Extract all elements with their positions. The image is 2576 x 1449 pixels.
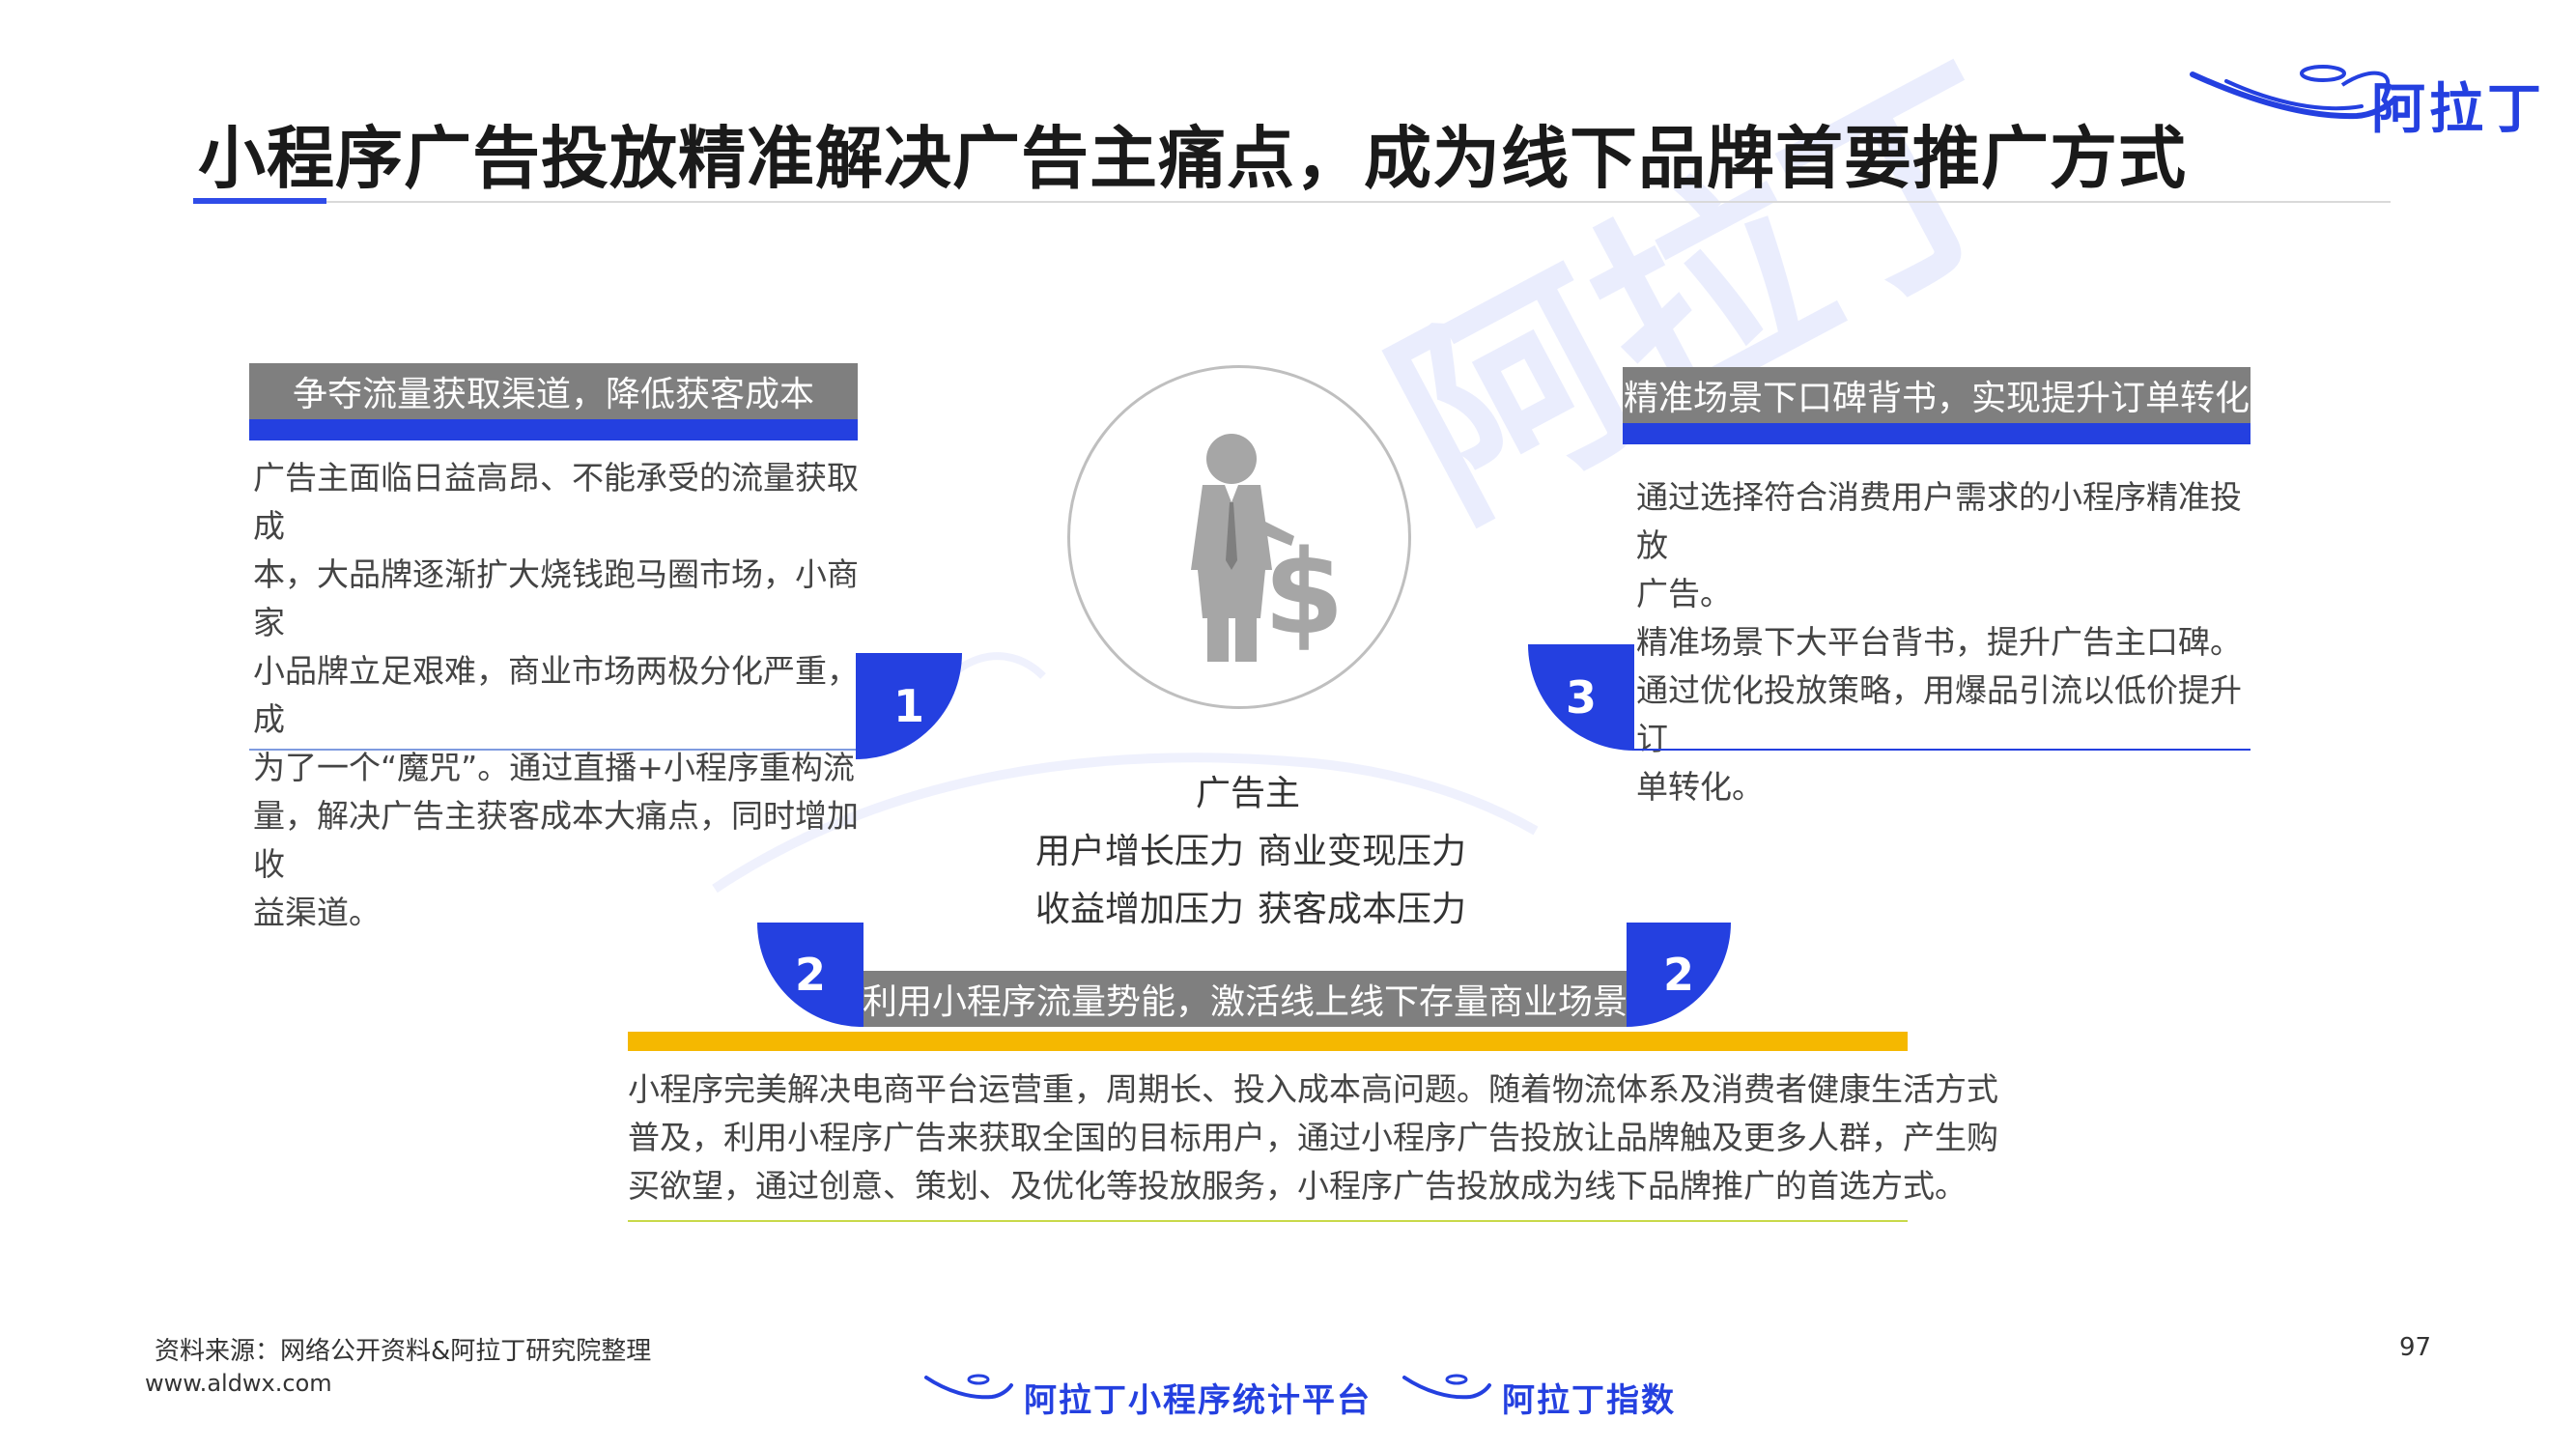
- panel-2-line: 普及，利用小程序广告来获取全国的目标用户，通过小程序广告投放让品牌触及更多人群，…: [628, 1119, 1998, 1156]
- panel-3-bottom-line: [1632, 749, 2250, 751]
- pressure-revenue: 收益增加压力: [1035, 890, 1245, 929]
- website-link[interactable]: www.aldwx.com: [145, 1370, 332, 1397]
- panel-3-line: 精准场景下大平台背书，提升广告主口碑。: [1636, 623, 2242, 661]
- panel-1-line: 为了一个“魔咒”。通过直播+小程序重构流: [253, 749, 855, 786]
- page-number: 97: [2399, 1333, 2432, 1362]
- logo-text: 阿拉丁: [2371, 78, 2545, 141]
- page-title: 小程序广告投放精准解决广告主痛点，成为线下品牌首要推广方式: [198, 119, 2187, 198]
- panel-1-title: 争夺流量获取渠道，降低获客成本: [249, 363, 858, 419]
- center-title: 广告主: [1196, 774, 1301, 813]
- footer-brand-stats: 阿拉丁小程序统计平台: [1024, 1381, 1372, 1420]
- panel-3-line: 单转化。: [1636, 768, 1764, 806]
- source-note: 资料来源：网络公开资料&阿拉丁研究院整理: [155, 1337, 652, 1366]
- pressure-acquisition-cost: 获客成本压力: [1258, 890, 1467, 929]
- pressure-user-growth: 用户增长压力: [1035, 832, 1245, 871]
- pressure-monetization: 商业变现压力: [1258, 832, 1467, 871]
- panel-1-line: 小品牌立足艰难，商业市场两极分化严重，成: [253, 652, 859, 738]
- panel-3-body: 通过选择符合消费用户需求的小程序精准投放 广告。 精准场景下大平台背书，提升广告…: [1636, 473, 2254, 811]
- panel-3-accent-bar: [1623, 423, 2250, 444]
- title-accent-bar: [193, 198, 326, 204]
- footer-brand-index: 阿拉丁指数: [1502, 1381, 1676, 1420]
- panel-1-bottom-line: [249, 749, 858, 751]
- footer-lamp-icon-1: [924, 1374, 1013, 1400]
- panel-2-number-badge-right: 2: [1627, 923, 1731, 1027]
- panel-2-line: 小程序完美解决电商平台运营重，周期长、投入成本高问题。随着物流体系及消费者健康生…: [628, 1070, 1998, 1108]
- panel-2-accent-bar: [628, 1032, 1908, 1051]
- panel-3-line: 通过选择符合消费用户需求的小程序精准投放: [1636, 478, 2242, 564]
- panel-3-line: 广告。: [1636, 575, 1732, 612]
- panel-2-number-badge-left: 2: [757, 923, 863, 1027]
- panel-2-bottom-line: [628, 1220, 1908, 1222]
- panel-1-accent-bar: [249, 419, 858, 440]
- panel-1-line: 本，大品牌逐渐扩大烧钱跑马圈市场，小商家: [253, 555, 859, 641]
- panel-1-body: 广告主面临日益高昂、不能承受的流量获取成 本，大品牌逐渐扩大烧钱跑马圈市场，小商…: [253, 454, 871, 937]
- panel-2-body: 小程序完美解决电商平台运营重，周期长、投入成本高问题。随着物流体系及消费者健康生…: [628, 1065, 1998, 1210]
- title-divider: [193, 201, 2391, 203]
- panel-3-title: 精准场景下口碑背书，实现提升订单转化: [1623, 367, 2250, 423]
- svg-text:$: $: [1263, 526, 1345, 661]
- advertiser-dollar-icon: $: [1191, 434, 1345, 662]
- panel-1-line: 量，解决广告主获客成本大痛点，同时增加收: [253, 797, 859, 883]
- panel-2-title: 利用小程序流量势能，激活线上线下存量商业场景: [863, 971, 1628, 1027]
- panel-1-line: 广告主面临日益高昂、不能承受的流量获取成: [253, 459, 859, 545]
- panel-2-line: 买欲望，通过创意、策划、及优化等投放服务，小程序广告投放成为线下品牌推广的首选方…: [628, 1167, 1967, 1205]
- footer-lamp-icon-2: [1402, 1374, 1491, 1400]
